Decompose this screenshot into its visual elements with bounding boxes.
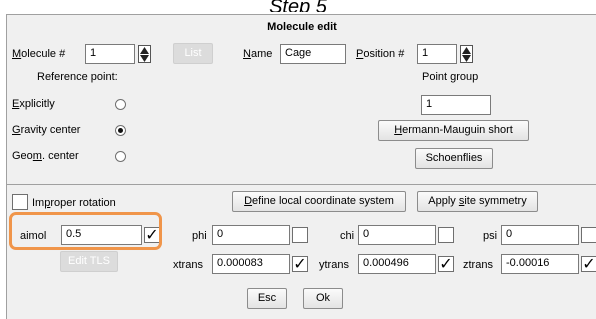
xtrans-field[interactable]: 0.000083 — [212, 254, 290, 274]
xtrans-checkbox[interactable]: ✓ — [292, 256, 308, 272]
molecule-edit-window: Molecule edit Molecule # 1 List Name Cag… — [6, 14, 596, 319]
ztrans-label: ztrans — [463, 259, 493, 271]
divider — [7, 184, 596, 185]
improper-rotation-label: Improper rotation — [32, 197, 116, 209]
gravity-center-label: Gravity center — [12, 124, 81, 136]
aimol-highlight — [9, 212, 162, 250]
point-group-field[interactable]: 1 — [421, 95, 491, 115]
ytrans-field[interactable]: 0.000496 — [358, 254, 436, 274]
psi-checkbox[interactable] — [581, 227, 596, 243]
ytrans-label: ytrans — [319, 259, 349, 271]
reference-point-title: Reference point: — [37, 71, 118, 83]
phi-field[interactable]: 0 — [212, 225, 290, 245]
xtrans-label: xtrans — [173, 259, 203, 271]
list-button[interactable]: List — [173, 43, 213, 64]
gravity-center-radio[interactable] — [115, 125, 126, 136]
define-local-coordinate-system-button[interactable]: Define local coordinate system — [232, 191, 406, 212]
edit-tls-button[interactable]: Edit TLS — [60, 251, 118, 272]
explicitly-radio[interactable] — [115, 99, 126, 110]
molecule-spinner-icon[interactable] — [138, 45, 151, 63]
esc-button[interactable]: Esc — [247, 288, 287, 309]
schoenflies-button[interactable]: Schoenflies — [415, 148, 493, 169]
name-label: Name — [243, 48, 273, 60]
molecule-number-label: Molecule # — [12, 48, 66, 60]
hermann-mauguin-button[interactable]: Hermann-Mauguin short — [378, 120, 529, 141]
step-title: Step 5 — [269, 0, 327, 12]
position-label: Position # — [356, 48, 405, 60]
geom-center-label: Geom. center — [12, 150, 79, 162]
apply-site-symmetry-button[interactable]: Apply site symmetry — [417, 191, 538, 212]
chi-field[interactable]: 0 — [358, 225, 436, 245]
point-group-title: Point group — [422, 71, 479, 83]
position-spinner-icon[interactable] — [460, 45, 473, 63]
ztrans-field[interactable]: -0.00016 — [501, 254, 579, 274]
position-field[interactable]: 1 — [417, 44, 457, 64]
ok-button[interactable]: Ok — [303, 288, 343, 309]
ytrans-checkbox[interactable]: ✓ — [438, 256, 454, 272]
phi-label: phi — [192, 230, 207, 242]
chi-checkbox[interactable] — [438, 227, 454, 243]
psi-label: psi — [483, 230, 498, 242]
chi-label: chi — [340, 230, 355, 242]
explicitly-label: Explicitly — [12, 98, 55, 110]
geom-center-radio[interactable] — [115, 151, 126, 162]
window-title: Molecule edit — [267, 21, 337, 33]
molecule-number-field[interactable]: 1 — [85, 44, 135, 64]
improper-rotation-checkbox[interactable] — [12, 194, 28, 210]
name-field[interactable]: Cage — [280, 44, 346, 64]
ztrans-checkbox[interactable]: ✓ — [581, 256, 596, 272]
phi-checkbox[interactable] — [292, 227, 308, 243]
psi-field[interactable]: 0 — [501, 225, 579, 245]
